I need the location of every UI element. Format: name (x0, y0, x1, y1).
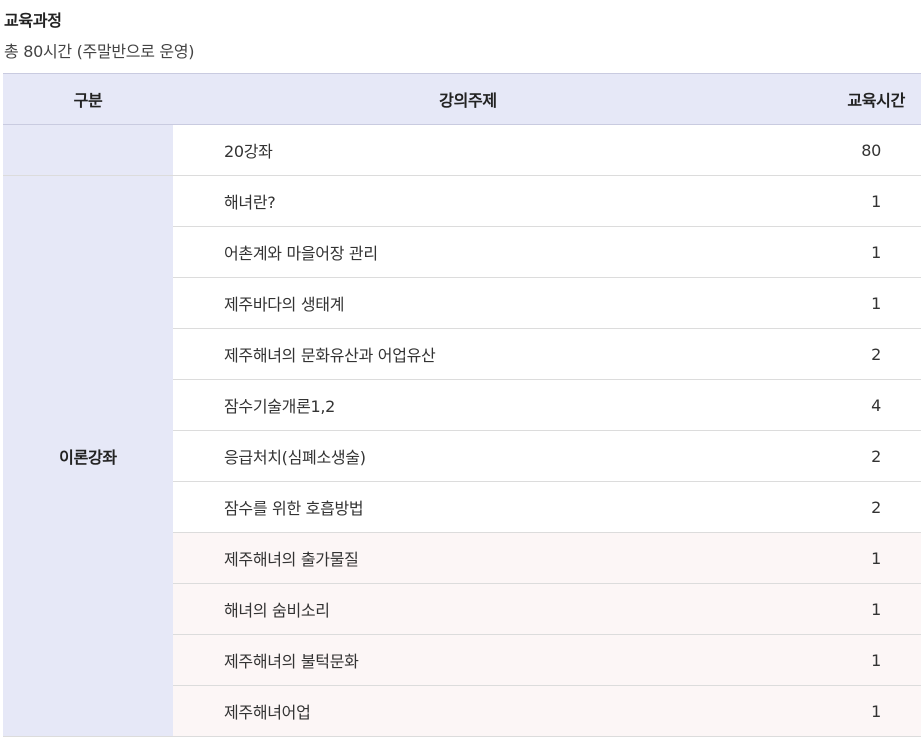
curriculum-table: 구분 강의주제 교육시간 20강좌 80 이론강좌 해녀란? 1 어촌계와 마을… (3, 73, 921, 737)
topic-cell: 제주해녀의 출가물질 (173, 532, 763, 584)
hours-cell: 1 (763, 685, 921, 737)
topic-cell: 제주해녀의 불턱문화 (173, 634, 763, 686)
table-row: 이론강좌 해녀란? 1 (3, 175, 921, 737)
hours-cell: 1 (763, 583, 921, 635)
topic-cell: 잠수를 위한 호흡방법 (173, 481, 763, 533)
topic-cell: 제주해녀어업 (173, 685, 763, 737)
hours-cell: 1 (763, 634, 921, 686)
category-cell: 이론강좌 (3, 175, 173, 737)
topic-cell: 응급처치(심폐소생술) (173, 430, 763, 482)
section-title: 교육과정 (4, 11, 62, 30)
hours-cell: 1 (763, 175, 921, 227)
summary-topic-cell: 20강좌 (173, 124, 763, 176)
topic-cell: 어촌계와 마을어장 관리 (173, 226, 763, 278)
hours-cell: 1 (763, 277, 921, 329)
topic-cell: 잠수기술개론1,2 (173, 379, 763, 431)
topic-cell: 해녀의 숨비소리 (173, 583, 763, 635)
topic-cell: 제주바다의 생태계 (173, 277, 763, 329)
header-hours: 교육시간 (763, 73, 921, 125)
header-category: 구분 (3, 73, 173, 125)
hours-cell: 4 (763, 379, 921, 431)
topic-cell: 제주해녀의 문화유산과 어업유산 (173, 328, 763, 380)
summary-category-cell (3, 124, 173, 176)
summary-row: 20강좌 80 (3, 124, 921, 176)
header-topic: 강의주제 (173, 73, 763, 125)
hours-cell: 1 (763, 532, 921, 584)
hours-cell: 1 (763, 226, 921, 278)
topic-cell: 해녀란? (173, 175, 763, 227)
hours-cell: 2 (763, 430, 921, 482)
hours-cell: 2 (763, 481, 921, 533)
section-subtitle: 총 80시간 (주말반으로 운영) (4, 42, 195, 61)
table-header-row: 구분 강의주제 교육시간 (3, 73, 921, 125)
summary-hours-cell: 80 (763, 124, 921, 176)
hours-cell: 2 (763, 328, 921, 380)
